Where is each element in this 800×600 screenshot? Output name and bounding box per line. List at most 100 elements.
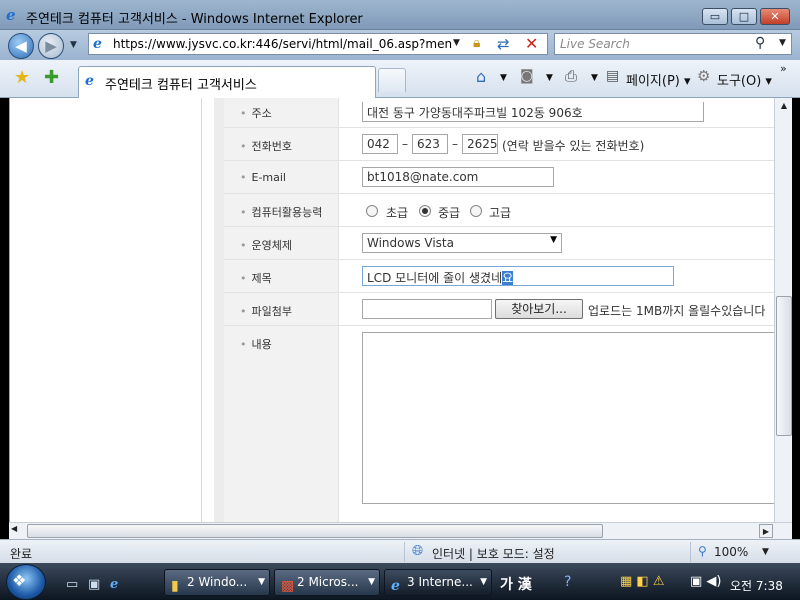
favorites-star-icon[interactable]: ★ — [14, 67, 30, 88]
skill-radio-beginner[interactable] — [366, 205, 378, 217]
separator-band — [214, 98, 224, 522]
email-label: E-mail — [240, 171, 287, 184]
skill-radio-intermediate[interactable] — [419, 205, 431, 217]
zoom-dropdown-icon[interactable]: ▼ — [762, 547, 769, 557]
attach-note: 업로드는 1MB까지 올릴수있습니다 — [588, 304, 766, 318]
history-dropdown-icon[interactable]: ▼ — [70, 40, 77, 50]
add-favorites-icon[interactable]: ✚ — [44, 67, 59, 88]
address-field[interactable]: 대전 동구 가양동대주파크빌 102동 906호 — [362, 102, 704, 122]
scroll-up-icon[interactable]: ▲ — [776, 98, 792, 114]
new-tab-button[interactable] — [378, 68, 406, 92]
page-menu[interactable]: 페이지(P) ▾ — [626, 70, 691, 89]
row-address: 주소 대전 동구 가양동대주파크빌 102동 906호 — [224, 98, 774, 128]
phone-part3-field[interactable]: 2625 — [462, 134, 498, 154]
tab-active[interactable]: e 주연테크 컴퓨터 고객서비스 — [78, 66, 376, 98]
window-title: 주연테크 컴퓨터 고객서비스 - Windows Internet Explor… — [26, 12, 363, 27]
ie-logo-icon: e — [6, 6, 16, 24]
close-button[interactable]: ✕ — [760, 8, 790, 25]
search-box[interactable]: Live Search ⚲ ▼ — [554, 33, 792, 55]
horizontal-scroll-thumb[interactable] — [27, 524, 603, 538]
content-label: 내용 — [240, 336, 272, 352]
vertical-scroll-thumb[interactable] — [776, 296, 792, 436]
scroll-right-icon[interactable]: ▶ — [759, 524, 773, 538]
page-icon: e — [93, 36, 102, 52]
command-bar: ★ ✚ e 주연테크 컴퓨터 고객서비스 ⌂ ▼ ◙ ▼ ⎙ ▼ ▤ 페이지(P… — [0, 60, 800, 98]
page-menu-icon: ▤ — [606, 68, 620, 84]
lock-icon[interactable]: 🔒︎ — [473, 35, 480, 51]
search-dropdown-icon[interactable]: ▼ — [779, 38, 786, 48]
attach-path-field[interactable] — [362, 299, 492, 319]
show-desktop-icon[interactable]: ▭ — [66, 577, 78, 592]
scroll-left-icon[interactable]: ◀ — [11, 524, 17, 533]
search-input[interactable]: Live Search — [560, 37, 630, 51]
stop-icon[interactable]: ✕ — [525, 34, 538, 53]
clock[interactable]: 오전 7:38 — [730, 577, 783, 594]
ie-task-icon: e — [391, 578, 400, 594]
network-volume-icon[interactable]: ▣ ◀) — [690, 574, 721, 589]
search-icon[interactable]: ⚲ — [755, 35, 765, 51]
feeds-dropdown-icon[interactable]: ▼ — [546, 73, 553, 83]
print-dropdown-icon[interactable]: ▼ — [591, 73, 598, 83]
chevron-down-icon: ▼ — [368, 577, 375, 587]
tools-menu[interactable]: 도구(O) ▾ — [717, 70, 772, 89]
tools-gear-icon: ⚙ — [697, 67, 711, 85]
print-icon[interactable]: ⎙ — [565, 67, 577, 85]
phone-note: (연락 받을수 있는 전화번호) — [502, 139, 645, 153]
forward-button[interactable]: ▶ — [38, 33, 64, 59]
address-bar[interactable]: e https://www.jysvc.co.kr:446/servi/html… — [88, 33, 548, 55]
chevron-down-icon[interactable]: ▼ — [550, 235, 557, 245]
inquiry-form: 주소 대전 동구 가양동대주파크빌 102동 906호 전화번호 042 – 6… — [224, 98, 782, 522]
maximize-button[interactable]: □ — [731, 8, 757, 25]
email-field[interactable]: bt1018@nate.com — [362, 167, 554, 187]
content-textarea[interactable] — [362, 332, 782, 504]
tray-icons[interactable]: ▦ ◧ ⚠ — [620, 574, 664, 589]
folder-icon: ▮ — [171, 578, 179, 594]
phone-part2-field[interactable]: 623 — [412, 134, 448, 154]
row-skill: 컴퓨터활용능력 초급 중급 고급 — [224, 194, 774, 227]
ie-quicklaunch-icon[interactable]: e — [110, 577, 118, 592]
subject-field[interactable]: LCD 모니터에 줄이 생겼네요 — [362, 266, 674, 286]
horizontal-scrollbar[interactable]: ◀ ▶ — [9, 522, 792, 539]
feeds-icon[interactable]: ◙ — [520, 68, 534, 84]
os-select-value: Windows Vista — [367, 236, 454, 250]
zoom-icon: ⚲ — [698, 544, 707, 558]
more-commands-icon[interactable]: » — [780, 62, 787, 75]
internet-globe-icon: 🌐︎ — [412, 543, 424, 559]
task-button-windows[interactable]: ▮ 2 Windo... ▼ — [164, 569, 270, 596]
security-zone-text[interactable]: 인터넷 | 보호 모드: 설정 — [432, 545, 555, 562]
skill-radio-advanced[interactable] — [470, 205, 482, 217]
help-icon[interactable]: ? — [564, 574, 571, 590]
home-icon[interactable]: ⌂ — [476, 67, 486, 86]
tab-page-icon: e — [85, 73, 94, 89]
task-button-ie[interactable]: e 3 Interne... ▼ — [384, 569, 492, 596]
taskbar: ❖ ▭ ▣ e ▮ 2 Windo... ▼ ▩ 2 Micros... ▼ e… — [0, 563, 800, 600]
title-bar[interactable]: e 주연테크 컴퓨터 고객서비스 - Windows Internet Expl… — [0, 0, 800, 30]
refresh-icon[interactable]: ⇄ — [497, 35, 510, 53]
row-attach: 파일첨부 찾아보기... 업로드는 1MB까지 올릴수있습니다 — [224, 293, 774, 326]
url-text[interactable]: https://www.jysvc.co.kr:446/servi/html/m… — [113, 37, 453, 51]
task-button-microsoft[interactable]: ▩ 2 Micros... ▼ — [274, 569, 380, 596]
page-content: 주소 대전 동구 가양동대주파크빌 102동 906호 전화번호 042 – 6… — [9, 98, 792, 522]
os-label: 운영체제 — [240, 237, 292, 253]
phone-dash-1: – — [402, 137, 408, 151]
zoom-level[interactable]: 100% — [714, 545, 748, 559]
address-dropdown-icon[interactable]: ▼ — [453, 38, 460, 48]
subject-label: 제목 — [240, 270, 272, 286]
row-email: E-mail bt1018@nate.com — [224, 161, 774, 194]
row-phone: 전화번호 042 – 623 – 2625 (연락 받을수 있는 전화번호) — [224, 128, 774, 161]
vertical-scrollbar[interactable]: ▲ — [774, 98, 792, 522]
switch-windows-icon[interactable]: ▣ — [88, 577, 100, 592]
minimize-button[interactable]: ▭ — [702, 8, 728, 25]
back-button[interactable]: ◀ — [8, 33, 34, 59]
phone-part1-field[interactable]: 042 — [362, 134, 398, 154]
status-bar: 완료 🌐︎ 인터넷 | 보호 모드: 설정 ⚲ 100% ▼ — [0, 539, 800, 563]
browse-button[interactable]: 찾아보기... — [495, 299, 583, 319]
os-select[interactable]: Windows Vista ▼ — [362, 233, 562, 253]
row-os: 운영체제 Windows Vista ▼ — [224, 227, 774, 260]
skill-option-beginner: 초급 — [386, 206, 409, 220]
ime-language-indicator[interactable]: 가 漢 — [500, 574, 532, 594]
home-dropdown-icon[interactable]: ▼ — [500, 73, 507, 83]
status-text: 완료 — [10, 547, 33, 561]
row-subject: 제목 LCD 모니터에 줄이 생겼네요 — [224, 260, 774, 293]
attach-label: 파일첨부 — [240, 303, 292, 319]
